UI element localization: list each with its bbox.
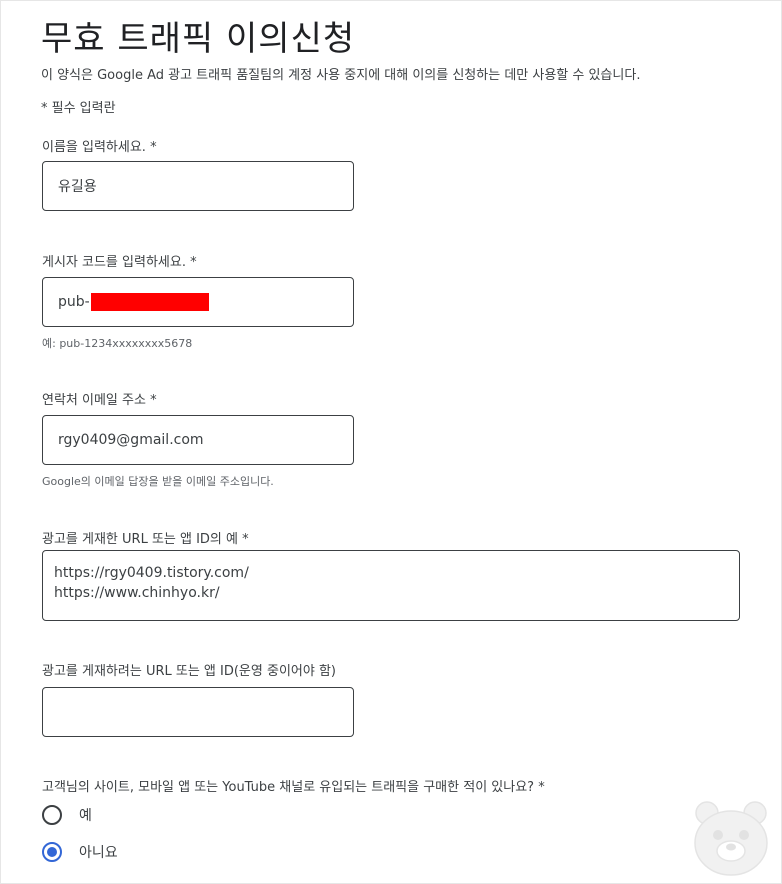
bear-face-watermark-icon xyxy=(694,801,768,876)
name-label: 이름을 입력하세요. * xyxy=(42,140,157,155)
email-input[interactable]: rgy0409@gmail.com xyxy=(42,415,354,465)
radio-button[interactable] xyxy=(42,805,62,825)
redaction-mark xyxy=(90,293,209,311)
radio-label-yes: 예 xyxy=(79,808,92,824)
page-title: 무효 트래픽 이의신청 xyxy=(41,19,356,59)
radio-button-selected[interactable] xyxy=(42,842,62,862)
published-urls-label: 광고를 게재한 URL 또는 앱 ID의 예 * xyxy=(42,532,249,547)
publisher-code-helper: 예: pub-1234xxxxxxxx5678 xyxy=(42,337,193,350)
planned-url-input[interactable] xyxy=(42,687,354,737)
publisher-code-label: 게시자 코드를 입력하세요. * xyxy=(42,255,197,270)
purchased-traffic-question: 고객님의 사이트, 모바일 앱 또는 YouTube 채널로 유입되는 트래픽을… xyxy=(42,780,545,795)
published-urls-textarea[interactable]: https://rgy0409.tistory.com/ https://www… xyxy=(42,550,740,621)
radio-label-no: 아니요 xyxy=(79,845,118,861)
email-input-value: rgy0409@gmail.com xyxy=(58,432,204,448)
planned-url-label: 광고를 게재하려는 URL 또는 앱 ID(운영 중이어야 함) xyxy=(42,664,336,679)
required-note: * 필수 입력란 xyxy=(41,101,116,116)
form-description: 이 양식은 Google Ad 광고 트래픽 품질팀의 계정 사용 중지에 대해… xyxy=(41,68,641,83)
radio-option-no[interactable]: 아니요 xyxy=(42,842,118,862)
published-url-line: https://www.chinhyo.kr/ xyxy=(54,585,220,601)
radio-option-yes[interactable]: 예 xyxy=(42,805,92,825)
published-url-line: https://rgy0409.tistory.com/ xyxy=(54,565,249,581)
name-input-value: 유길용 xyxy=(58,179,97,195)
email-helper: Google의 이메일 답장을 받을 이메일 주소입니다. xyxy=(42,475,274,488)
email-label: 연락처 이메일 주소 * xyxy=(42,393,157,408)
publisher-code-value: pub- xyxy=(58,294,90,310)
name-input[interactable]: 유길용 xyxy=(42,161,354,211)
publisher-code-input[interactable]: pub- xyxy=(42,277,354,327)
